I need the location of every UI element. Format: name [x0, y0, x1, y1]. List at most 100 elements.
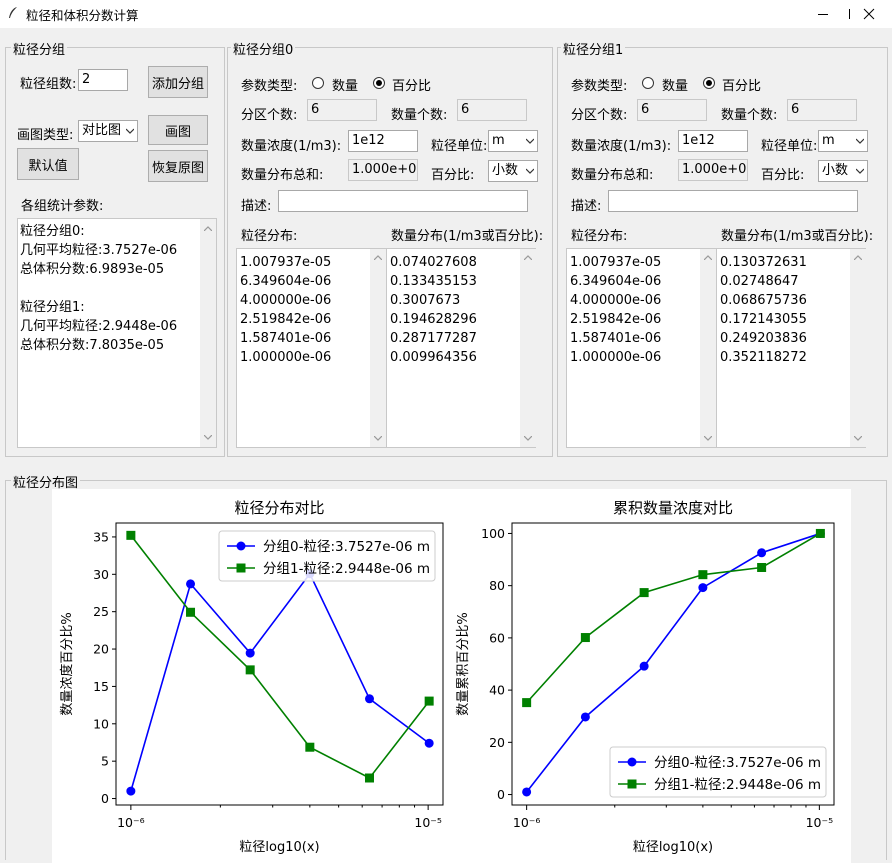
close-button[interactable] — [846, 0, 892, 28]
series-0-point — [580, 712, 590, 722]
series-1-line — [526, 532, 821, 704]
num-dist-label: 数量分布(1/m3或百分比): — [391, 229, 544, 244]
radio-count[interactable] — [312, 77, 324, 89]
y-axis-label: 数量累积百分比% — [456, 612, 471, 715]
size-dist-textbox[interactable]: 1.007937e-05 6.349604e-06 4.000000e-06 2.51… — [236, 248, 386, 448]
num-dist-scrollbar[interactable] — [850, 249, 866, 447]
size-value: 4.000000e-06 — [570, 293, 662, 308]
series-0-point — [186, 579, 196, 589]
pct-label: 百分比: — [761, 168, 805, 183]
chevron-down-icon — [856, 138, 864, 144]
num-dist-textbox[interactable]: 0.074027608 0.133435153 0.3007673 0.1946282… — [386, 248, 536, 448]
num-dist-scrollbar[interactable] — [520, 249, 536, 447]
legend-marker — [236, 541, 246, 551]
num-dist-textbox[interactable]: 0.130372631 0.02748647 0.068675736 0.172143… — [716, 248, 866, 448]
stats-line: 粒径分组0: — [20, 224, 85, 239]
y-tick-label: 15 — [93, 679, 109, 694]
group-left-title: 粒径分组 — [11, 39, 68, 58]
series-1-point — [815, 528, 825, 538]
radio-percent[interactable] — [373, 77, 385, 89]
stats-line — [20, 279, 214, 298]
series-0-point — [245, 648, 255, 658]
y-tick-label: 80 — [489, 578, 505, 593]
x-axis-label: 粒径log10(x) — [633, 840, 713, 855]
size-value: 1.000000e-06 — [240, 350, 332, 365]
num-value: 0.352118272 — [720, 350, 807, 365]
size-dist-scrollbar[interactable] — [370, 249, 386, 447]
conc-input[interactable]: 1e12 — [678, 130, 748, 152]
scroll-up-icon — [854, 255, 862, 260]
param-type-label: 参数类型: — [241, 79, 298, 94]
series-1-point — [126, 530, 136, 540]
y-tick-label: 20 — [489, 735, 505, 750]
num-value: 0.074027608 — [390, 255, 477, 270]
chevron-down-icon — [126, 128, 134, 134]
size-value: 1.007937e-05 — [570, 255, 662, 270]
legend-marker — [627, 757, 637, 767]
window-title: 粒径和体积分数计算 — [26, 8, 139, 23]
plot-button[interactable]: 画图 — [148, 115, 208, 145]
legend-label: 分组1-粒径:2.9448e-06 m — [263, 561, 430, 577]
stats-line: 几何平均粒径:2.9448e-06 — [20, 319, 178, 334]
desc-input[interactable] — [608, 190, 858, 212]
desc-input[interactable] — [278, 190, 528, 212]
maximize-button-area[interactable] — [804, 0, 850, 28]
charts-svg: 粒径分布对比粒径log10(x) 数量浓度百分比% 0 5 10 15 20 25 30 35 10… — [59, 499, 835, 855]
size-dist-label: 粒径分布: — [241, 229, 298, 244]
sum-label: 数量分布总和: — [571, 168, 654, 183]
series-1-point — [424, 696, 434, 706]
radio-percent[interactable] — [703, 77, 715, 89]
size-value: 1.007937e-05 — [240, 255, 332, 270]
group-count-label: 粒径组数: — [20, 77, 77, 92]
group-0-title: 粒径分组0 — [231, 39, 296, 58]
num-count-label: 数量个数: — [721, 108, 778, 123]
stats-textbox[interactable]: 粒径分组0: 几何平均粒径:3.7527e-06 总体积分数:6.9893e-05 粒… — [17, 218, 217, 448]
size-value: 1.587401e-06 — [240, 331, 332, 346]
plot-type-select[interactable]: 对比图 — [78, 120, 138, 142]
num-count-field: 6 — [787, 99, 857, 121]
pct-select[interactable]: 小数 — [488, 160, 538, 182]
scroll-down-icon — [854, 436, 862, 441]
pct-select[interactable]: 小数 — [818, 160, 868, 182]
num-value: 0.02748647 — [720, 274, 799, 289]
num-value: 0.287177287 — [390, 331, 477, 346]
radio-percent-label: 百分比 — [722, 79, 762, 94]
plot-canvas: 粒径分布对比 粒径log10(x) 数量浓度百分比% 0 5 10 15 20 25 30 35 10… — [52, 489, 851, 863]
bins-field: 6 — [307, 99, 377, 121]
pct-label: 百分比: — [431, 168, 475, 183]
size-dist-scrollbar[interactable] — [700, 249, 716, 447]
radio-count[interactable] — [642, 77, 654, 89]
legend-label: 分组1-粒径:2.9448e-06 m — [654, 777, 821, 793]
pct-value: 小数 — [492, 163, 519, 178]
num-value: 0.3007673 — [390, 293, 461, 308]
num-value: 0.172143055 — [720, 312, 807, 327]
num-value: 0.194628296 — [390, 312, 477, 327]
series-0-point — [364, 694, 374, 704]
series-1-point — [698, 570, 708, 580]
unit-select[interactable]: m — [488, 130, 538, 152]
add-group-button[interactable]: 添加分组 — [148, 66, 208, 98]
y-tick-label: 40 — [489, 683, 505, 698]
restore-plot-button[interactable]: 恢复原图 — [148, 150, 208, 182]
stats-scrollbar[interactable] — [200, 219, 216, 447]
legend-marker — [236, 563, 246, 573]
group-count-input[interactable]: 2 — [78, 69, 128, 91]
y-tick-label: 10 — [93, 716, 109, 731]
conc-input[interactable]: 1e12 — [348, 130, 418, 152]
y-tick-label: 100 — [481, 526, 505, 541]
scroll-up-icon — [524, 255, 532, 260]
size-dist-textbox[interactable]: 1.007937e-05 6.349604e-06 4.000000e-06 2.51… — [566, 248, 716, 448]
pct-value: 小数 — [822, 163, 849, 178]
y-tick-label: 20 — [93, 642, 109, 657]
num-count-field: 6 — [457, 99, 527, 121]
scroll-down-icon — [524, 436, 532, 441]
default-values-button[interactable]: 默认值 — [17, 148, 79, 180]
unit-select[interactable]: m — [818, 130, 868, 152]
param-type-label: 参数类型: — [571, 79, 628, 94]
series-0-point — [424, 738, 434, 748]
size-value: 4.000000e-06 — [240, 293, 332, 308]
series-0-point — [126, 786, 136, 796]
x-tick-label: 10⁻⁵ — [806, 815, 834, 830]
x-axis-label: 粒径log10(x) — [239, 840, 319, 855]
sum-label: 数量分布总和: — [241, 168, 324, 183]
